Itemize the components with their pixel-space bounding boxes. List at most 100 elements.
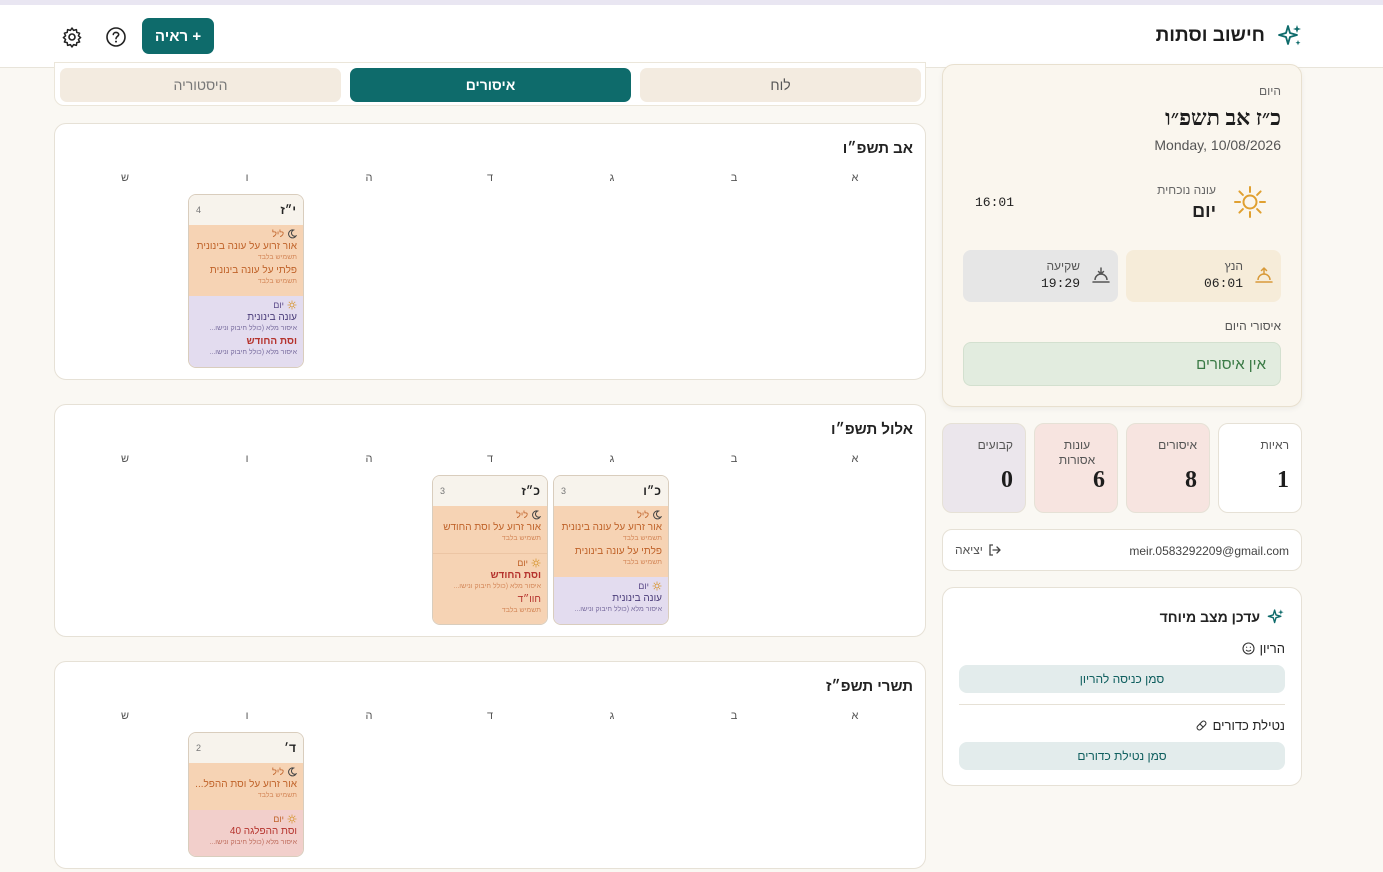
issur-sub: איסור מלא (כולל חיבוק ונישו... [453,583,541,590]
sunrise-icon [1255,266,1273,283]
logout-button[interactable]: יציאה [955,543,1002,557]
cell-day-number: י״ז [280,203,297,217]
sunrise-label: הנץ [1224,259,1243,273]
logout-icon [989,544,1001,556]
issur-sub: תשמיש בלבד [501,535,541,542]
weekday-header: ה [365,172,373,184]
sunset-time: 19:29 [1040,276,1080,291]
issur-sub: תשמיש בלבד [257,278,297,285]
issur-title: אור זרוע על עונה בינונית [561,522,662,533]
weekday-header: ה [365,453,373,465]
issur-title: עונה בינונית [612,593,662,604]
weekday-header: א [851,453,859,465]
smile-icon [1242,642,1255,655]
issur-sub: איסור מלא (כולל חיבוק ונישו... [574,606,662,613]
today-issurim-label: איסורי היום [1224,319,1281,333]
issur-sub: איסור מלא (כולל חיבוק ונישו... [209,325,297,332]
weekday-header: ש [120,710,130,722]
moon-icon [288,229,297,239]
special-title: עדכן מצב מיוחד [1160,608,1285,626]
tab-calendar[interactable]: לוח [640,68,921,102]
night-label: ליל [272,229,284,239]
pills-label: נטילת כדורים [1195,718,1285,733]
new-sighting-button[interactable]: + ראיה [142,18,214,54]
issur-sub: תשמיש בלבד [257,792,297,799]
issur-sub: איסור מלא (כולל חיבוק ונישו... [209,839,297,846]
issur-title: וסת החודש [490,570,541,581]
month-title: אלול תשפ״ו [831,421,913,438]
current-onah: עונה נוכחית יום 16:01 [963,169,1281,235]
cell-count: 2 [196,743,202,753]
issur-sub: תשמיש בלבד [257,254,297,261]
sunset-label: שקיעה [1046,259,1080,273]
sparkles-icon [1278,25,1301,46]
day-label: יום [273,300,284,310]
cell-count: 3 [561,486,567,496]
sparkles-icon [1267,609,1284,624]
issur-title: אור זרוע על וסת החודש [443,522,541,533]
user-box: meir.0583292209@gmail.com יציאה [942,529,1302,571]
day-label: יום [638,581,649,591]
issur-title: וסת ההפלגה 40 [229,826,297,837]
view-tabs: לוח איסורים היסטוריה [54,62,926,106]
stat-value: 0 [1001,467,1013,493]
day-label: יום [273,814,284,824]
special-title-text: עדכן מצב מיוחד [1159,609,1260,625]
help-icon[interactable] [105,26,127,48]
divider [959,704,1285,705]
weekday-header: ה [365,710,373,722]
stat-forbidden-onot[interactable]: עונות אסורות 6 [1034,423,1118,513]
today-hebrew-date: כ״ז אב תשפ״ו [1165,105,1281,130]
today-label: היום [1259,84,1281,98]
stat-sightings[interactable]: ראיות 1 [1218,423,1302,513]
calendar-day-cell[interactable]: י״ז 4 ליל אור זרוע על עונה בינונית תשמיש … [188,194,304,368]
night-label: ליל [637,510,649,520]
weekday-header: ד [486,453,494,465]
sun-icon [287,814,297,824]
gear-icon[interactable] [61,26,83,48]
tab-issurim[interactable]: איסורים [350,68,631,102]
today-card: היום כ״ז אב תשפ״ו Monday, 10/08/2026 עונ… [942,64,1302,407]
stat-label: ראיות [1260,438,1289,452]
issur-title: עונה בינונית [247,312,297,323]
current-time: 16:01 [975,195,1015,210]
logout-label: יציאה [955,543,983,557]
cell-day-number: כ״ז [521,484,540,498]
mark-pills-button[interactable]: סמן נטילת כדורים [959,742,1285,770]
issur-title: פלתי על עונה בינונית [574,546,662,557]
sun-icon [1234,186,1266,218]
weekday-header: ב [730,172,738,184]
calendar-day-cell[interactable]: ד׳ 2 ליל אור זרוע על וסת ההפל... תשמיש בל… [188,732,304,857]
issur-sub: איסור מלא (כולל חיבוק ונישו... [209,349,297,356]
onah-label: עונה נוכחית [1157,183,1216,197]
pregnancy-label: הריון [1242,641,1285,656]
weekday-header: ו [245,172,249,184]
no-issurim-badge: אין איסורים [963,342,1281,386]
weekday-header: ש [120,172,130,184]
issur-title: וסת החודש [246,336,297,347]
month-title: תשרי תשפ״ז [825,678,913,695]
sun-icon [531,558,541,568]
issur-title: פלתי על עונה בינונית [209,265,297,276]
issur-title: אור זרוע על וסת ההפל... [195,779,297,790]
stat-label: איסורים [1158,438,1197,452]
stat-value: 1 [1277,467,1289,493]
app-title: חישוב וסתות [1155,25,1265,46]
moon-icon [288,767,297,777]
tab-history[interactable]: היסטוריה [60,68,341,102]
app-header: חישוב וסתות + ראיה [0,5,1383,68]
weekday-header: ו [245,710,249,722]
month-card: אלול תשפ״ו א ב ג ד ה ו ש כ״ו 3 ליל אור ז… [54,404,926,637]
stat-fixed[interactable]: קבועים 0 [942,423,1026,513]
today-gregorian-date: Monday, 10/08/2026 [1154,137,1281,153]
calendar-day-cell[interactable]: כ״ז 3 ליל אור זרוע על וסת החודש תשמיש בלב… [432,475,548,625]
mark-pregnancy-button[interactable]: סמן כניסה להריון [959,665,1285,693]
onah-value: יום [1192,201,1216,221]
month-card: אב תשפ״ו א ב ג ד ה ו ש י״ז 4 ליל אור זרו… [54,123,926,380]
weekday-header: ג [609,453,615,465]
weekday-header: ג [609,710,615,722]
calendar-day-cell[interactable]: כ״ו 3 ליל אור זרוע על עונה בינונית תשמיש … [553,475,669,625]
issur-title: חוו״ד [517,594,541,605]
stat-issurim[interactable]: איסורים 8 [1126,423,1210,513]
pregnancy-label-text: הריון [1259,641,1285,656]
